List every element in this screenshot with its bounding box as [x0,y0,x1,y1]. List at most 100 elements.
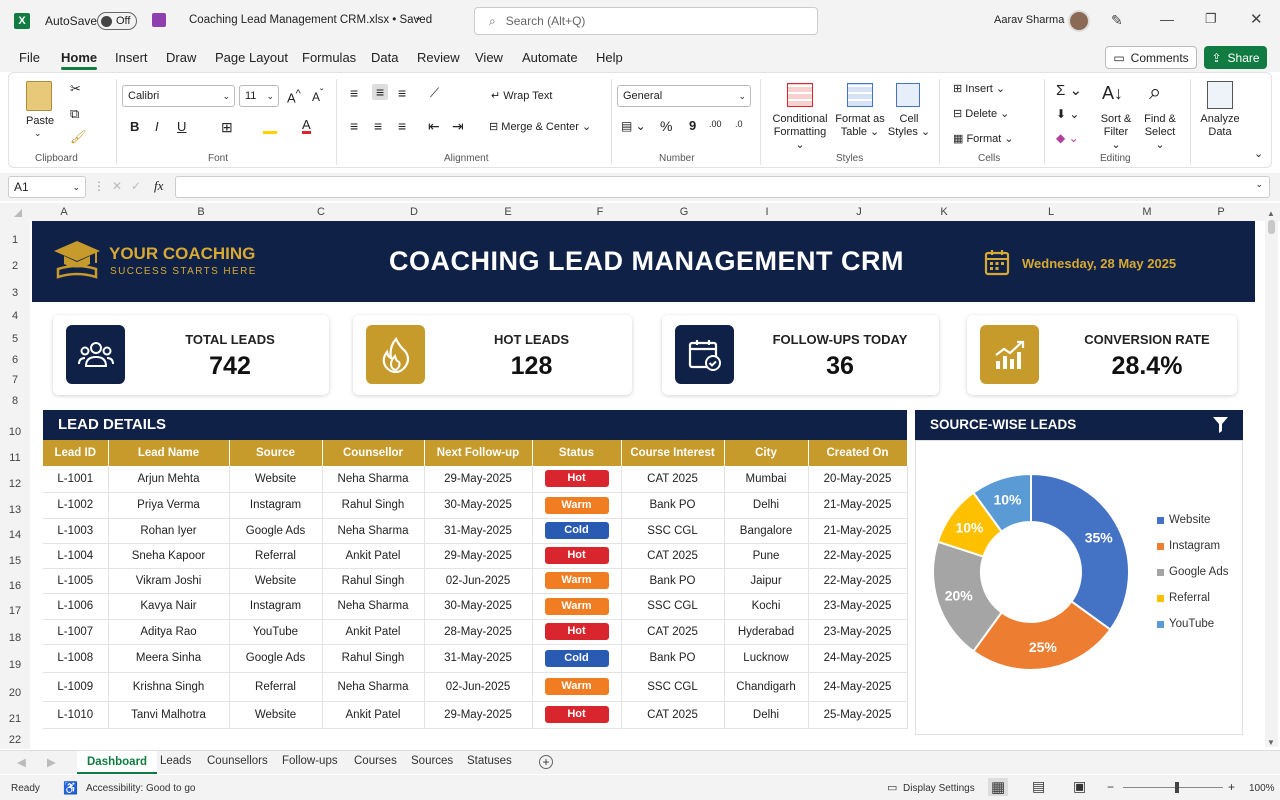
table-cell[interactable]: 22-May-2025 [808,568,908,594]
col-header[interactable]: C [315,206,327,218]
row-header[interactable]: 17 [0,605,30,617]
page-layout-view-icon[interactable]: ▤ [1032,778,1045,795]
table-header[interactable]: Counsellor [322,440,425,466]
menu-automate[interactable]: Automate [522,50,578,65]
table-cell[interactable]: L-1002 [43,492,109,519]
tab-courses[interactable]: Courses [354,755,397,767]
table-cell[interactable]: SSC CGL [621,518,725,544]
orientation-icon[interactable]: ⟋ [430,85,439,101]
autosum-icon[interactable]: Σ ⌄ [1056,81,1082,99]
table-cell[interactable]: Vikram Joshi [108,568,230,594]
table-cell[interactable]: CAT 2025 [621,701,725,729]
tab-dashboard[interactable]: Dashboard [77,751,158,774]
table-cell[interactable]: L-1009 [43,672,109,702]
table-cell[interactable]: 28-May-2025 [424,619,533,645]
table-row[interactable]: L-1007 Aditya Rao YouTube Ankit Patel 28-May… [43,619,908,645]
row-header[interactable]: 3 [0,287,30,299]
restore-icon[interactable]: ❐ [1205,11,1217,27]
table-cell[interactable]: 29-May-2025 [424,543,533,569]
table-cell[interactable]: Krishna Singh [108,672,230,702]
table-header[interactable]: Lead ID [43,440,109,466]
menu-data[interactable]: Data [371,50,398,65]
vertical-scrollbar[interactable]: ▲ ▼ [1265,207,1278,747]
table-cell[interactable]: 02-Jun-2025 [424,568,533,594]
accounting-icon[interactable]: ▤ ⌄ [621,119,646,133]
menu-help[interactable]: Help [596,50,623,65]
table-cell[interactable]: Cold [532,518,622,544]
decrease-decimal-icon[interactable]: .0 [735,119,743,129]
table-cell[interactable]: Hot [532,701,622,729]
table-cell[interactable]: L-1008 [43,644,109,673]
comments-button[interactable]: ▭ Comments [1105,46,1197,69]
menu-formulas[interactable]: Formulas [302,50,356,65]
table-cell[interactable]: Google Ads [229,518,323,544]
table-cell[interactable]: Rahul Singh [322,644,425,673]
table-cell[interactable]: Website [229,466,323,493]
percent-icon[interactable]: % [660,118,672,134]
format-as-table-icon[interactable] [847,83,873,107]
analyze-data-icon[interactable] [1207,81,1233,109]
col-header[interactable]: L [1045,206,1057,218]
table-cell[interactable]: Bank PO [621,644,725,673]
align-top-icon[interactable]: ≡ [350,85,358,101]
increase-decimal-icon[interactable]: .00 [709,119,722,129]
menu-page-layout[interactable]: Page Layout [215,50,288,65]
table-header[interactable]: Lead Name [108,440,230,466]
zoom-in-icon[interactable]: + [1228,780,1235,794]
collapse-ribbon-icon[interactable]: ⌄ [1254,147,1263,160]
add-sheet-icon[interactable]: + [539,755,553,769]
table-cell[interactable]: L-1004 [43,543,109,569]
table-cell[interactable]: Warm [532,568,622,594]
accessibility-status[interactable]: Accessibility: Good to go [86,783,196,794]
table-cell[interactable]: Neha Sharma [322,466,425,493]
clear-icon[interactable]: ◆ ⌄ [1056,131,1079,145]
table-cell[interactable]: 30-May-2025 [424,593,533,620]
row-header[interactable]: 22 [0,734,30,746]
minimize-icon[interactable]: — [1160,11,1174,27]
table-cell[interactable]: Aditya Rao [108,619,230,645]
table-cell[interactable]: Google Ads [229,644,323,673]
row-header[interactable]: 11 [0,452,30,464]
table-cell[interactable]: Hot [532,543,622,569]
align-right-icon[interactable]: ≡ [398,118,406,134]
table-row[interactable]: L-1006 Kavya Nair Instagram Neha Sharma 30-M… [43,593,908,620]
row-header[interactable]: 5 [0,333,30,345]
table-cell[interactable]: 02-Jun-2025 [424,672,533,702]
increase-font-icon[interactable]: A^ [287,88,301,105]
table-cell[interactable]: Delhi [724,701,809,729]
row-header[interactable]: 4 [0,310,30,322]
col-header[interactable]: J [853,206,865,218]
row-header[interactable]: 8 [0,395,30,407]
merge-center-button[interactable]: ⊟ Merge & Center ⌄ [489,120,591,133]
enter-icon[interactable]: ✓ [131,179,141,193]
tab-scroll-right-icon[interactable]: ▶ [47,755,56,769]
table-cell[interactable]: 21-May-2025 [808,492,908,519]
table-row[interactable]: L-1009 Krishna Singh Referral Neha Sharma 02… [43,672,908,702]
col-header[interactable]: E [502,206,514,218]
cell-styles-button[interactable]: Cell Styles ⌄ [887,113,931,139]
table-cell[interactable]: 31-May-2025 [424,518,533,544]
format-painter-icon[interactable]: 🖌 [70,129,87,145]
table-cell[interactable]: L-1006 [43,593,109,620]
borders-icon[interactable]: ⊞ [221,119,233,136]
table-cell[interactable]: Kochi [724,593,809,620]
analyze-data-button[interactable]: Analyze Data [1195,113,1245,139]
table-cell[interactable]: Rahul Singh [322,492,425,519]
row-header[interactable]: 16 [0,580,30,592]
table-cell[interactable]: Ankit Patel [322,543,425,569]
table-cell[interactable]: CAT 2025 [621,466,725,493]
col-header[interactable]: D [408,206,420,218]
menu-draw[interactable]: Draw [166,50,196,65]
menu-insert[interactable]: Insert [115,50,148,65]
table-cell[interactable]: Sneha Kapoor [108,543,230,569]
col-header[interactable]: G [678,206,690,218]
save-icon[interactable] [152,13,166,27]
format-cells-button[interactable]: ▦ Format ⌄ [953,132,1014,145]
decrease-font-icon[interactable]: Aˇ [312,88,323,104]
tab-statuses[interactable]: Statuses [467,755,512,767]
col-header[interactable]: M [1141,206,1153,218]
legend-item[interactable]: Google Ads [1157,566,1228,578]
row-header[interactable]: 10 [0,426,30,438]
pen-icon[interactable]: ✎ [1111,12,1123,29]
sort-filter-button[interactable]: Sort & Filter ⌄ [1099,113,1133,152]
